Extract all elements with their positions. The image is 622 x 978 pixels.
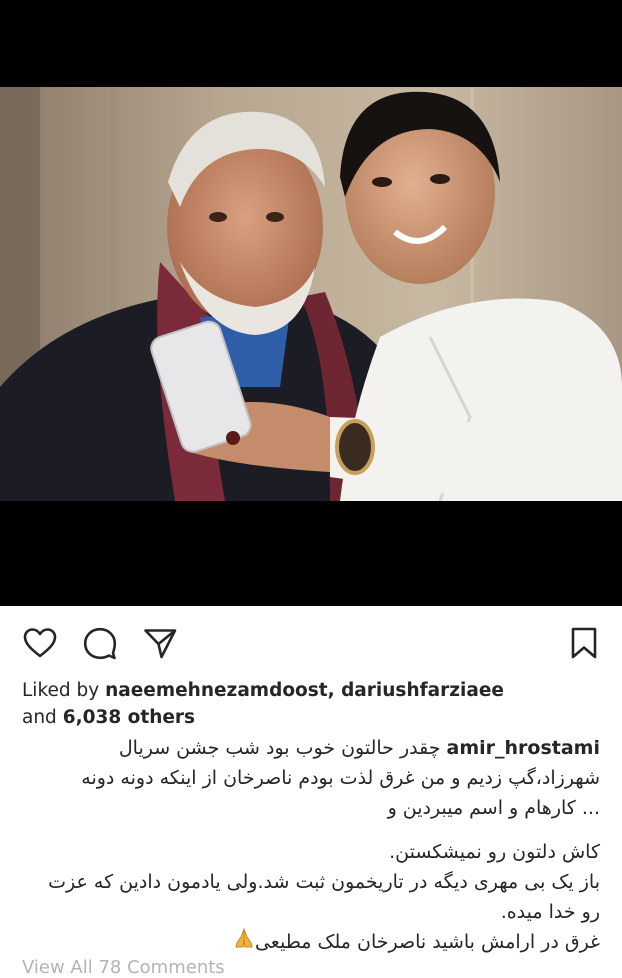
- selfie-photo-illustration: [0, 87, 622, 501]
- post-photo[interactable]: [0, 87, 622, 501]
- post-caption: amir_hrostami چقدر حالتون خوب بود شب جشن…: [20, 733, 600, 958]
- like-button[interactable]: [22, 625, 58, 661]
- paper-plane-icon: [144, 629, 177, 659]
- liked-by-users[interactable]: naeemehnezamdoost, dariushfarziaee: [105, 680, 504, 701]
- share-button[interactable]: [142, 625, 178, 661]
- likes-summary[interactable]: Liked by naeemehnezamdoost, dariushfarzi…: [22, 677, 602, 731]
- caption-line-6: رو خدا میده.: [500, 901, 600, 923]
- bookmark-icon: [571, 627, 597, 659]
- caption-text-last: غرق در ارامش باشید ناصرخان ملک مطیعی: [254, 931, 600, 953]
- caption-line-3: ... کارهام و اسم میبردین و: [387, 797, 600, 819]
- heart-outline-icon: [23, 628, 57, 658]
- post-image-frame[interactable]: [0, 0, 622, 606]
- caption-line-5: باز یک بی مهری دیگه در تاریخمون ثبت شد.و…: [48, 871, 600, 893]
- others-count[interactable]: 6,038 others: [63, 707, 195, 728]
- caption-line-7: غرق در ارامش باشید ناصرخان ملک مطیعی: [20, 927, 600, 958]
- post-action-bar: [0, 606, 622, 672]
- liked-by-prefix: Liked by: [22, 680, 100, 701]
- comment-button[interactable]: [82, 625, 118, 661]
- caption-line-1: amir_hrostami چقدر حالتون خوب بود شب جشن…: [20, 733, 600, 763]
- save-button[interactable]: [566, 625, 602, 661]
- caption-line-4: کاش دلتون رو نمیشکستن.: [389, 841, 600, 863]
- caption-text: چقدر حالتون خوب بود شب جشن سریال: [118, 737, 441, 759]
- caption-username[interactable]: amir_hrostami: [447, 737, 600, 759]
- speech-bubble-icon: [83, 627, 117, 660]
- caption-line-2: شهرزاد،گپ زدیم و من غرق لذت بودم ناصرخان…: [81, 767, 600, 789]
- folded-hands-emoji-icon: [233, 927, 255, 958]
- and-text: and: [22, 707, 57, 728]
